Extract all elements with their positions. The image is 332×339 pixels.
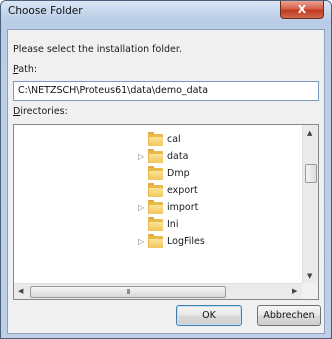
expand-arrow-icon[interactable]: ▷ <box>138 237 146 247</box>
choose-folder-dialog: Choose Folder X Please select the instal… <box>0 0 332 339</box>
horizontal-scroll-thumb[interactable]: III <box>30 286 226 298</box>
tree-item-label: import <box>167 202 199 213</box>
title-bar[interactable]: Choose Folder X <box>1 1 331 23</box>
tree-item-label: cal <box>167 134 181 145</box>
ok-button[interactable]: OK <box>176 305 242 326</box>
folder-icon <box>148 132 163 146</box>
dialog-body: Please select the installation folder. P… <box>7 29 325 334</box>
close-button[interactable]: X <box>280 1 324 19</box>
cancel-button[interactable]: Abbrechen <box>257 305 321 326</box>
expand-arrow-icon[interactable]: ▷ <box>138 152 146 162</box>
directory-tree[interactable]: cal ▷ data Dmp export ▷ import Ini ▷ Log… <box>13 124 319 300</box>
window-title: Choose Folder <box>8 5 83 17</box>
directory-tree-items: cal ▷ data Dmp export ▷ import Ini ▷ Log… <box>14 125 304 284</box>
directories-label: Directories: <box>13 106 68 117</box>
tree-item-label: data <box>167 151 189 162</box>
vertical-scrollbar[interactable]: ▲ ▼ <box>302 125 318 284</box>
path-label-rest: ath: <box>18 64 38 75</box>
folder-icon <box>148 183 163 197</box>
folder-icon <box>148 200 163 214</box>
tree-item-label: export <box>167 185 198 196</box>
instruction-text: Please select the installation folder. <box>13 44 182 55</box>
path-input[interactable]: C:\NETZSCH\Proteus61\data\demo_data <box>13 81 319 101</box>
path-label: Path: <box>13 64 37 75</box>
horizontal-scrollbar[interactable]: ◀ III ▶ <box>14 283 304 299</box>
scroll-down-arrow-icon[interactable]: ▼ <box>307 272 312 280</box>
folder-icon <box>148 217 163 231</box>
expand-arrow-icon[interactable]: ▷ <box>138 203 146 213</box>
scroll-up-arrow-icon[interactable]: ▲ <box>307 129 312 137</box>
scrollbar-corner <box>302 283 318 299</box>
scroll-left-arrow-icon[interactable]: ◀ <box>18 287 23 295</box>
folder-icon <box>148 234 163 248</box>
tree-item-label: Dmp <box>167 168 190 179</box>
scroll-right-arrow-icon[interactable]: ▶ <box>292 287 297 295</box>
directories-label-rest: irectories: <box>20 106 68 117</box>
folder-icon <box>148 149 163 163</box>
folder-icon <box>148 166 163 180</box>
tree-item-label: LogFiles <box>167 236 205 247</box>
vertical-scroll-thumb[interactable] <box>305 164 317 183</box>
tree-item-label: Ini <box>167 219 179 230</box>
